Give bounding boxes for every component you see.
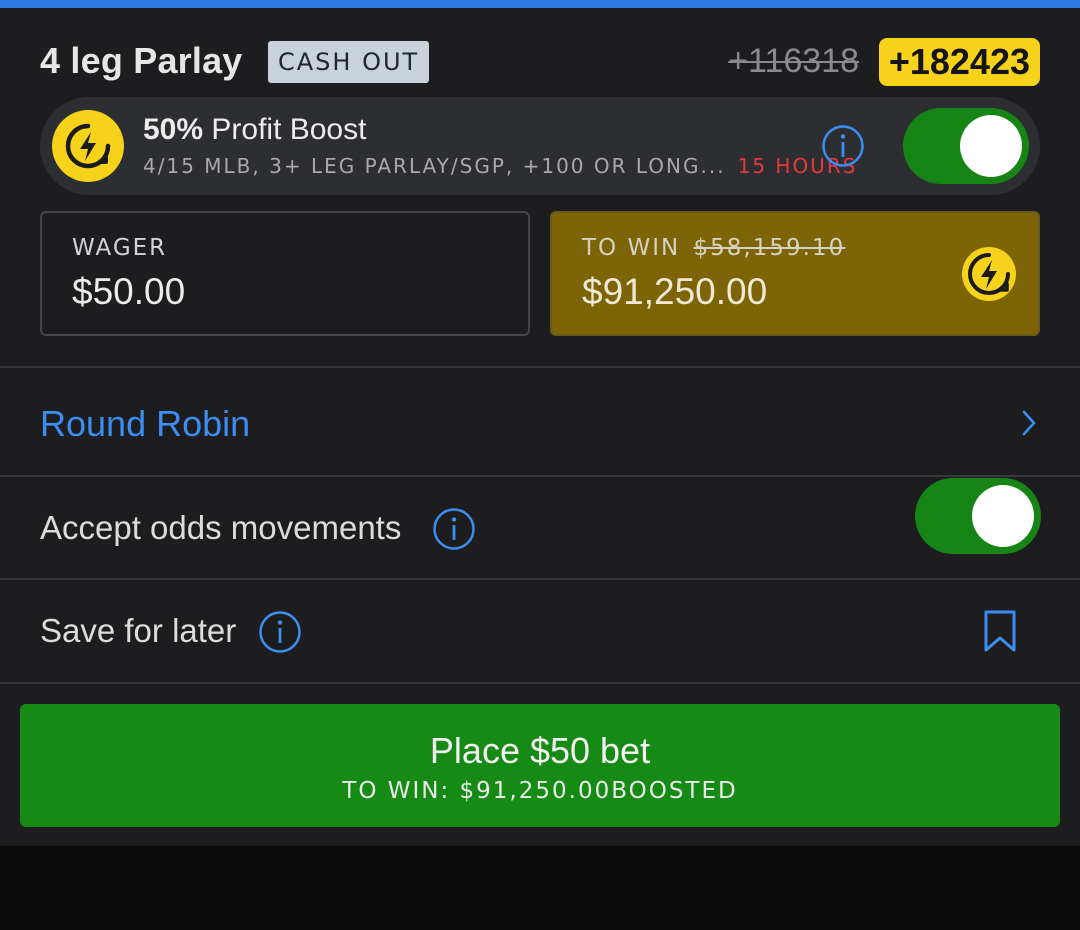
boost-info-icon[interactable] <box>821 124 865 168</box>
round-robin-link[interactable]: Round Robin <box>40 403 250 445</box>
top-accent-bar <box>0 0 1080 8</box>
place-bet-to-win: TO WIN: $91,250.00 <box>342 778 612 804</box>
wager-label: WAGER <box>72 235 168 261</box>
boost-label: Profit Boost <box>203 113 367 146</box>
boosted-odds-badge: +182423 <box>878 38 1040 86</box>
divider <box>0 682 1080 684</box>
lightning-boost-icon <box>962 247 1016 301</box>
wager-input[interactable]: WAGER $50.00 <box>40 211 530 336</box>
to-win-original-value: $58,159.10 <box>693 235 846 261</box>
to-win-label: TO WIN <box>582 235 681 261</box>
save-for-later-label: Save for later <box>40 612 237 649</box>
boost-percent: 50% <box>143 113 204 146</box>
place-bet-button[interactable]: Place $50 bet TO WIN: $91,250.00BOOSTED <box>20 704 1060 827</box>
wager-value: $50.00 <box>72 271 186 312</box>
bookmark-icon[interactable] <box>983 609 1017 653</box>
accept-odds-label: Accept odds movements <box>40 509 402 546</box>
save-for-later-info-icon[interactable] <box>258 610 302 654</box>
place-bet-sublabel: TO WIN: $91,250.00BOOSTED <box>20 778 1060 804</box>
boost-description: 4/15 MLB, 3+ LEG PARLAY/SGP, +100 OR LON… <box>143 154 726 178</box>
boosted-tag: BOOSTED <box>611 778 738 804</box>
accept-odds-toggle[interactable] <box>915 478 1041 554</box>
divider <box>0 578 1080 580</box>
toggle-knob <box>972 485 1034 547</box>
boost-description-line: 4/15 MLB, 3+ LEG PARLAY/SGP, +100 OR LON… <box>143 154 857 178</box>
boost-title: 50% Profit Boost <box>143 113 366 147</box>
toggle-knob <box>960 115 1022 177</box>
to-win-box: TO WIN $58,159.10 $91,250.00 <box>550 211 1040 336</box>
original-odds: +116318 <box>728 42 859 80</box>
lightning-boost-icon <box>52 110 124 182</box>
parlay-title: 4 leg Parlay <box>40 40 243 81</box>
cash-out-badge: CASH OUT <box>268 41 430 83</box>
chevron-right-icon[interactable] <box>1022 410 1036 436</box>
profit-boost-card: 50% Profit Boost 4/15 MLB, 3+ LEG PARLAY… <box>40 97 1040 195</box>
boost-toggle[interactable] <box>903 108 1029 184</box>
divider <box>0 366 1080 368</box>
to-win-label-line: TO WIN $58,159.10 <box>582 235 845 261</box>
divider <box>0 475 1080 477</box>
place-bet-label: Place $50 bet <box>429 730 651 771</box>
bottom-area <box>0 846 1080 930</box>
accept-odds-info-icon[interactable] <box>432 507 476 551</box>
to-win-value: $91,250.00 <box>582 271 768 312</box>
